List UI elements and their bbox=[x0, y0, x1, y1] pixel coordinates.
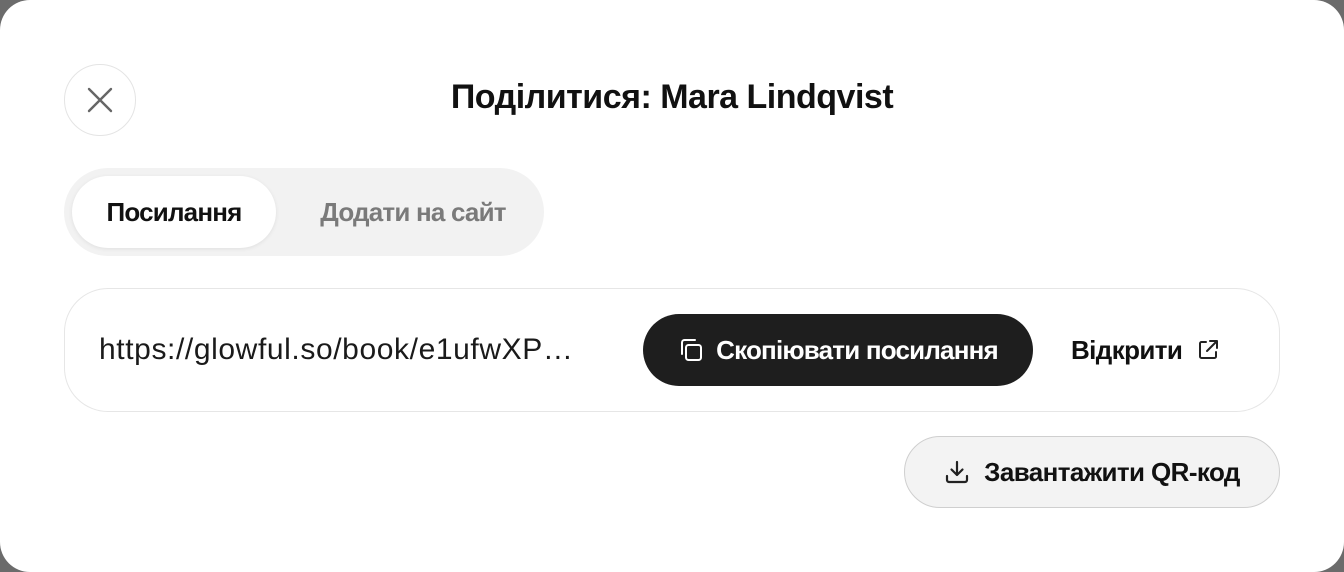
open-link-button[interactable]: Відкрити bbox=[1071, 314, 1220, 386]
share-tabs: Посилання Додати на сайт bbox=[64, 168, 544, 256]
share-url: https://glowful.so/book/e1ufwXP… bbox=[99, 333, 574, 366]
copy-link-button[interactable]: Скопіювати посилання bbox=[643, 314, 1033, 386]
copy-icon bbox=[678, 337, 704, 363]
tab-embed[interactable]: Додати на сайт bbox=[290, 176, 536, 248]
open-link-label: Відкрити bbox=[1071, 334, 1183, 365]
dialog-title: Поділитися: Mara Lindqvist bbox=[450, 78, 894, 116]
download-qr-label: Завантажити QR-код bbox=[984, 456, 1240, 487]
link-box: https://glowful.so/book/e1ufwXP… Скопіюв… bbox=[64, 288, 1280, 412]
tab-link[interactable]: Посилання bbox=[72, 176, 276, 248]
download-icon bbox=[944, 459, 970, 485]
download-qr-button[interactable]: Завантажити QR-код bbox=[904, 436, 1280, 508]
copy-link-label: Скопіювати посилання bbox=[716, 334, 999, 365]
external-link-icon bbox=[1196, 338, 1220, 362]
share-dialog: Поділитися: Mara Lindqvist Посилання Дод… bbox=[0, 0, 1344, 572]
